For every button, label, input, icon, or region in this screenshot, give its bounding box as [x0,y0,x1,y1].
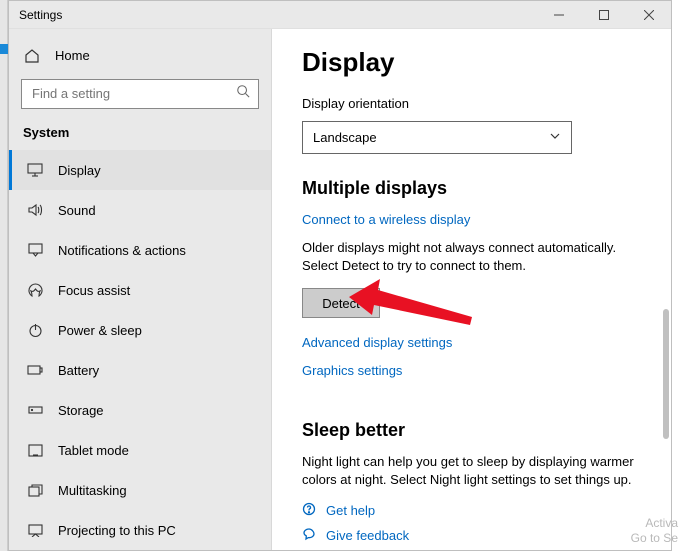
sidebar-item-focus-assist[interactable]: Focus assist [9,270,271,310]
sidebar-item-label: Sound [58,203,96,218]
sidebar-item-battery[interactable]: Battery [9,350,271,390]
minimize-button[interactable] [536,1,581,29]
sidebar-item-label: Battery [58,363,99,378]
search-box[interactable] [21,79,259,109]
sound-icon [26,203,44,217]
titlebar: Settings [9,1,671,29]
get-help-link[interactable]: Get help [302,502,641,519]
multiple-displays-text: Older displays might not always connect … [302,239,641,274]
detect-button[interactable]: Detect [302,288,380,318]
footer-links: Get help Give feedback [302,502,641,544]
help-icon [302,502,316,519]
connect-wireless-link[interactable]: Connect to a wireless display [302,212,470,227]
storage-icon [26,404,44,416]
sidebar-item-label: Display [58,163,101,178]
watermark-line1: Activa [631,516,678,530]
settings-window: Settings Home [8,0,672,551]
tablet-icon [26,444,44,457]
window-title: Settings [19,8,62,22]
sidebar-item-label: Focus assist [58,283,130,298]
chevron-down-icon [549,130,561,145]
sidebar-item-storage[interactable]: Storage [9,390,271,430]
sidebar-item-tablet-mode[interactable]: Tablet mode [9,430,271,470]
sidebar: Home System Display [9,29,272,550]
notifications-icon [26,243,44,257]
page-title: Display [302,47,641,78]
orientation-select[interactable]: Landscape [302,121,572,154]
sleep-better-heading: Sleep better [302,420,641,441]
main-pane: Display Display orientation Landscape Mu… [272,29,671,550]
sleep-better-text: Night light can help you get to sleep by… [302,453,641,488]
sidebar-item-notifications[interactable]: Notifications & actions [9,230,271,270]
projecting-icon [26,524,44,537]
home-icon [23,48,41,64]
home-button[interactable]: Home [9,39,271,73]
watermark-line2: Go to Se [631,531,678,545]
maximize-button[interactable] [581,1,626,29]
multitasking-icon [26,484,44,497]
sidebar-item-display[interactable]: Display [9,150,271,190]
sidebar-item-label: Storage [58,403,104,418]
search-input[interactable] [30,85,236,102]
orientation-label: Display orientation [302,96,641,111]
close-button[interactable] [626,1,671,29]
activation-watermark: Activa Go to Se [631,516,678,545]
sidebar-item-label: Power & sleep [58,323,142,338]
home-label: Home [55,48,90,63]
advanced-display-link[interactable]: Advanced display settings [302,335,452,350]
sidebar-item-multitasking[interactable]: Multitasking [9,470,271,510]
get-help-label: Get help [326,503,375,518]
scrollbar-thumb[interactable] [663,309,669,439]
give-feedback-link[interactable]: Give feedback [302,527,641,544]
give-feedback-label: Give feedback [326,528,409,543]
search-icon [236,84,250,103]
focus-assist-icon [26,283,44,298]
power-icon [26,323,44,338]
sidebar-item-projecting[interactable]: Projecting to this PC [9,510,271,550]
display-icon [26,163,44,177]
category-label: System [9,119,271,150]
sidebar-item-sound[interactable]: Sound [9,190,271,230]
window-controls [536,1,671,29]
sidebar-item-label: Tablet mode [58,443,129,458]
sidebar-item-label: Multitasking [58,483,127,498]
feedback-icon [302,527,316,544]
multiple-displays-heading: Multiple displays [302,178,641,199]
sidebar-item-power-sleep[interactable]: Power & sleep [9,310,271,350]
battery-icon [26,364,44,376]
content-area: Home System Display [9,29,671,550]
background-accent [0,44,8,54]
graphics-settings-link[interactable]: Graphics settings [302,363,402,378]
sidebar-item-label: Notifications & actions [58,243,186,258]
orientation-value: Landscape [313,130,377,145]
background-strip [0,0,8,551]
sidebar-item-label: Projecting to this PC [58,523,176,538]
nav-list: Display Sound Notifications & actions [9,150,271,550]
